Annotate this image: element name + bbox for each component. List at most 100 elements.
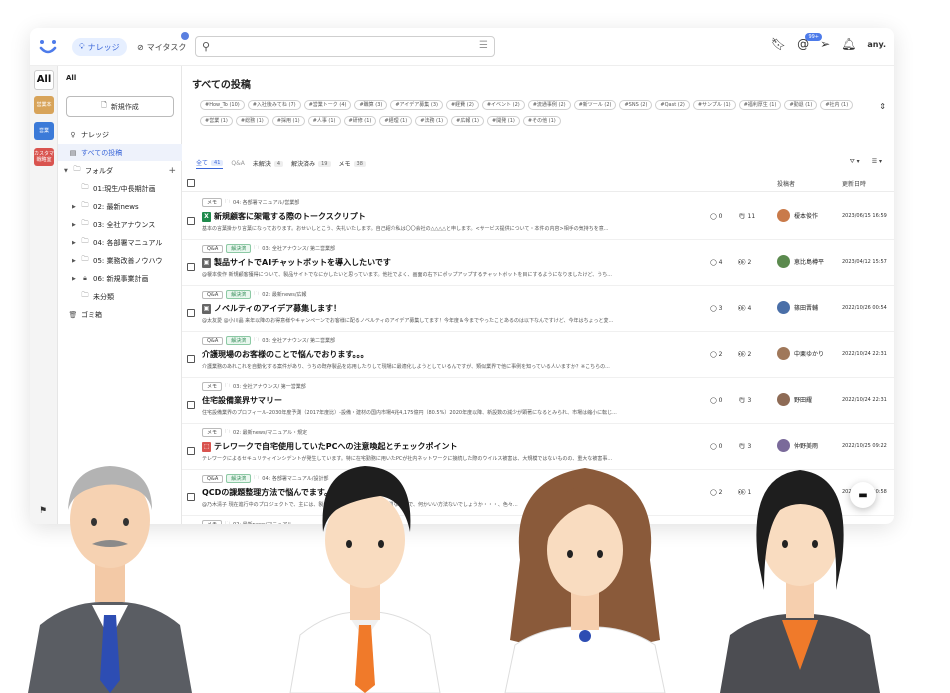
user-menu[interactable]: any. [867, 40, 886, 49]
tag-pill[interactable]: #採用 (1) [271, 115, 305, 126]
post-author[interactable]: 榎本俊作 [777, 209, 818, 222]
post-checkbox[interactable] [187, 401, 195, 409]
rail-item-workspace-2[interactable]: 営業 [34, 122, 54, 140]
tag-pill[interactable]: #アイデア募集 (3) [390, 100, 443, 110]
filter-sliders-icon[interactable]: ☰ [479, 40, 488, 51]
chevron-right-icon[interactable]: ▶ [72, 204, 80, 210]
post-row[interactable]: メモ 🗀 03: 全社アナウンス/ 第一営業部 住宅設備業界サマリー 住宅設備業界のプロ… [182, 378, 894, 424]
select-all-checkbox[interactable] [187, 179, 195, 187]
filter-solved[interactable]: 解決済み 19 [291, 159, 331, 168]
post-author[interactable]: 中栗ゆかり [777, 347, 824, 360]
post-row[interactable]: メモ 🗀 04: 各部署マニュアル/営業部 X 新規顧客に架電する際のトークスクリプト基… [182, 194, 894, 240]
tag-pill[interactable]: #研修 (1) [343, 115, 377, 126]
post-author[interactable]: 篠田晋輔 [777, 301, 818, 314]
folder-icon: 🗀 [254, 244, 260, 251]
tag-pill[interactable]: #営業 (1) [200, 115, 233, 126]
tab-knowledge-label: ナレッジ [87, 42, 120, 52]
sort-icon[interactable]: ☰ ▾ [872, 158, 882, 166]
post-title[interactable]: X 新規顧客に架電する際のトークスクリプト [202, 211, 366, 222]
chevron-right-icon[interactable]: ▶ [72, 276, 80, 282]
tag-pill[interactable]: #総務 (1) [235, 115, 269, 126]
tag-pill[interactable]: #人事 (1) [307, 115, 341, 126]
tag-pill[interactable]: #How_To (10) [200, 100, 245, 110]
sidebar-folder-04[interactable]: ▶ 🗀 04: 各部署マニュアル [58, 234, 182, 251]
chevron-down-icon[interactable]: ▼ [64, 168, 72, 174]
tag-pill[interactable]: #開発 (1) [487, 115, 520, 126]
comment-icon: ◯ [710, 397, 719, 404]
post-checkbox[interactable] [187, 309, 195, 317]
send-icon[interactable]: ➢ [820, 37, 830, 51]
tag-pill[interactable]: #勤退 (1) [784, 100, 818, 110]
post-checkbox[interactable] [187, 217, 195, 225]
tag-pill[interactable]: #流通事例 (2) [527, 100, 571, 110]
bookmark-icon[interactable]: 🔖︎ [771, 37, 786, 51]
tag-pill[interactable]: #経理 (1) [379, 115, 413, 126]
tag-pill[interactable]: #入社後みてね (7) [247, 100, 301, 110]
folder-icon: 🗀 [225, 198, 231, 205]
filter-unsolved[interactable]: 未解決 4 [253, 159, 284, 168]
tag-pill[interactable]: #SNS (2) [619, 100, 653, 110]
post-row[interactable]: Q&A 解決済 🗀 03: 全社アナウンス/ 第二営業部 介護現場のお客様のことで悩んで… [182, 332, 894, 378]
post-checkbox[interactable] [187, 355, 195, 363]
post-author[interactable]: 恵比島樽平 [777, 255, 824, 268]
tag-pill[interactable]: #新ツール (2) [573, 100, 617, 110]
search-input[interactable]: ⚲ ☰ [195, 36, 495, 57]
filter-memo[interactable]: メモ 38 [339, 159, 366, 168]
mention-icon[interactable]: @ [797, 37, 809, 51]
post-folder: 03: 全社アナウンス/ 第二営業部 [262, 246, 336, 252]
sidebar-item-folders[interactable]: ▼ 🗀 フォルダ + [58, 162, 182, 179]
sidebar-folder-01[interactable]: 🗀 01:現生/中長期計画 [58, 180, 182, 197]
sidebar-item-label: 05: 業務改善ノウハウ [93, 256, 163, 265]
sidebar-folder-06[interactable]: ▶ 🔒︎ 06: 新規事業計画 [58, 270, 182, 287]
sidebar-folder-05[interactable]: ▶ 🗀 05: 業務改善ノウハウ [58, 252, 182, 269]
sidebar-folder-03[interactable]: ▶ 🗀 03: 全社アナウンス [58, 216, 182, 233]
sidebar-item-trash[interactable]: 🗑︎ ゴミ箱 [58, 306, 182, 323]
reaction-count-value: 11 [747, 213, 756, 220]
tag-pill[interactable]: #イベント (2) [481, 100, 525, 110]
sidebar-item-all-posts[interactable]: ▤ すべての投稿 [58, 144, 182, 161]
folder-icon: 🗀 [225, 428, 231, 435]
filter-all[interactable]: 全て 41 [196, 158, 224, 169]
add-folder-icon[interactable]: + [168, 166, 176, 176]
post-meta: Q&A 解決済 🗀 02: 最新news/広報 [202, 290, 307, 299]
rail-item-workspace-1[interactable]: 営業本 [34, 96, 54, 114]
tab-knowledge[interactable]: 💡︎ ナレッジ [72, 38, 127, 56]
tag-pill[interactable]: #広報 (1) [451, 115, 484, 126]
filter-label: メモ [338, 161, 351, 168]
chat-button[interactable]: ▬ [850, 482, 876, 508]
tag-pill[interactable]: #法務 (1) [415, 115, 449, 126]
tag-pill[interactable]: #営業トーク (4) [303, 100, 352, 110]
post-title[interactable]: 介護現場のお客様のことで悩んでおります。。。 [202, 349, 369, 360]
tag-pill[interactable]: #Qast (2) [655, 100, 690, 110]
filter-funnel-icon[interactable]: ⛛ ▾ [850, 158, 860, 166]
post-checkbox[interactable] [187, 263, 195, 271]
tab-mytask[interactable]: ⊘ マイタスク [130, 38, 193, 56]
comment-icon: ◯ [710, 213, 719, 220]
expand-tags-icon[interactable]: ⇕ [879, 102, 886, 111]
tag-pill[interactable]: #社内 (1) [820, 100, 854, 110]
chevron-right-icon[interactable]: ▶ [72, 240, 80, 246]
rail-item-workspace-3[interactable]: カスタマ 戦略室 [34, 148, 54, 166]
post-row[interactable]: Q&A 解決済 🗀 02: 最新news/広報 ▣ ノベルティのアイデア募集します！ @太友… [182, 286, 894, 332]
sidebar-item-knowledge[interactable]: ♀ ナレッジ [58, 126, 182, 143]
sidebar-folder-02[interactable]: ▶ 🗀 02: 最新news [58, 198, 182, 215]
bell-icon[interactable]: 🔔︎ [841, 37, 856, 51]
post-title[interactable]: 住宅設備業界サマリー [202, 395, 282, 406]
post-title[interactable]: ▣ ノベルティのアイデア募集します！ [202, 303, 341, 314]
post-title[interactable]: ▣ 製品サイトでAIチャットボットを導入したいです [202, 257, 391, 268]
tag-pill[interactable]: #職算 (3) [354, 100, 388, 110]
post-author[interactable]: 野田耀 [777, 393, 812, 406]
post-row[interactable]: Q&A 解決済 🗀 03: 全社アナウンス/ 第二営業部 ▣ 製品サイトでAIチャットボッ… [182, 240, 894, 286]
chevron-right-icon[interactable]: ▶ [72, 222, 80, 228]
chevron-right-icon[interactable]: ▶ [72, 258, 80, 264]
new-post-button[interactable]: 🗋 新規作成 [66, 96, 174, 117]
comment-count-value: 2 [718, 351, 723, 358]
tag-pill[interactable]: #サンプル (1) [692, 100, 736, 110]
tag-pill[interactable]: #経費 (2) [445, 100, 479, 110]
tag-pill[interactable]: #その他 (1) [522, 115, 561, 126]
tag-pill[interactable]: #福利厚生 (1) [738, 100, 782, 110]
rail-item-all[interactable]: All [34, 70, 54, 90]
sidebar-folder-uncategorized[interactable]: 🗀 未分類 [58, 288, 182, 305]
app-logo-icon[interactable] [36, 35, 60, 59]
filter-qa[interactable]: Q&A [231, 160, 245, 167]
